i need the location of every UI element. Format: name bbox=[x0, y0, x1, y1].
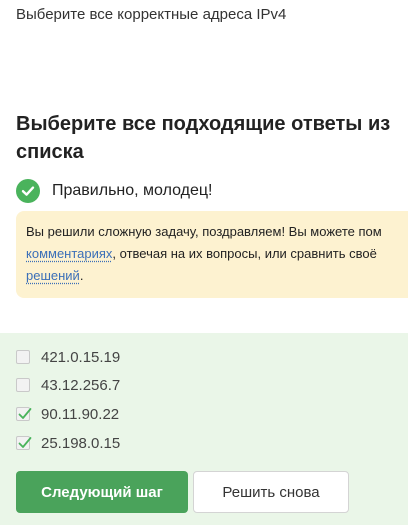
feedback-line-1: Вы решили сложную задачу, поздравляем! В… bbox=[26, 224, 382, 239]
solve-again-button[interactable]: Решить снова bbox=[193, 471, 349, 513]
checkmark-icon bbox=[18, 437, 32, 448]
answer-option[interactable]: 421.0.15.19 bbox=[16, 347, 120, 367]
feedback-line-3: решений. bbox=[26, 265, 408, 287]
answer-label: 421.0.15.19 bbox=[41, 348, 121, 366]
quiz-title: Выберите все подходящие ответы из списка bbox=[16, 113, 391, 163]
answer-option[interactable]: 90.11.90.22 bbox=[16, 404, 119, 424]
step-page: Выберите все корректные адреса IPv4 Выбе… bbox=[0, 0, 408, 525]
feedback-line-2-text: , отвечая на их вопросы, или сравнить св… bbox=[112, 246, 377, 261]
answer-checkbox[interactable] bbox=[16, 436, 32, 450]
feedback-line-3-text: . bbox=[79, 268, 84, 283]
answer-checkbox[interactable] bbox=[16, 378, 30, 392]
correct-status-text: Правильно, молодец! bbox=[52, 182, 213, 199]
answer-checkbox[interactable] bbox=[16, 350, 30, 364]
answer-label: 25.198.0.15 bbox=[41, 434, 121, 452]
checkmark-icon bbox=[18, 408, 32, 419]
comments-link[interactable]: комментариях bbox=[26, 246, 112, 261]
answer-label: 90.11.90.22 bbox=[41, 405, 120, 423]
answer-checkbox[interactable] bbox=[16, 407, 32, 421]
answer-option[interactable]: 43.12.256.7 bbox=[16, 375, 120, 395]
feedback-line-2: комментариях, отвечая на их вопросы, или… bbox=[26, 243, 408, 265]
check-circle-icon bbox=[16, 179, 40, 203]
solutions-link[interactable]: решений bbox=[26, 268, 80, 283]
answer-label: 43.12.256.7 bbox=[41, 376, 121, 394]
task-text: Выберите все корректные адреса IPv4 bbox=[16, 6, 287, 23]
feedback-box: Вы решили сложную задачу, поздравляем! В… bbox=[16, 211, 408, 298]
correct-status: Правильно, молодец! bbox=[16, 178, 212, 204]
next-step-button[interactable]: Следующий шаг bbox=[16, 471, 188, 513]
answer-option[interactable]: 25.198.0.15 bbox=[16, 433, 120, 453]
